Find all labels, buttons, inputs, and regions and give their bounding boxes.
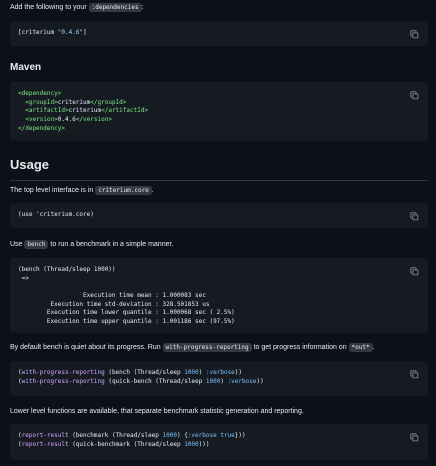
copy-button[interactable] xyxy=(410,267,419,276)
copy-button[interactable] xyxy=(410,433,419,442)
lein-code: [criterium "0.4.6"] xyxy=(18,29,398,38)
code-text: ))) xyxy=(198,440,210,448)
copy-button[interactable] xyxy=(410,212,419,221)
number: 1000 xyxy=(205,377,221,385)
xml-tag: <artifactId> xyxy=(25,107,69,115)
code-text: )) xyxy=(256,377,264,385)
bench-code: bench xyxy=(24,240,49,249)
xml-value: 0.4.6 xyxy=(57,116,76,124)
code-line: (bench (Thread/sleep 1000)) xyxy=(18,266,116,273)
code-text: })) xyxy=(234,432,246,439)
code-line: Execution time upper quantile : 1.001186… xyxy=(18,318,235,326)
namespace-code: criterium.core xyxy=(95,186,152,195)
dependencies-code: :dependencies xyxy=(88,3,142,12)
code-text: (bench (Thread/sleep xyxy=(104,369,185,376)
code-text: )) xyxy=(234,369,243,376)
code-text: ) xyxy=(220,377,228,385)
lein-open: [criterium xyxy=(18,29,58,36)
number: 1000 xyxy=(184,369,199,376)
xml-tag: <dependency> xyxy=(18,90,62,97)
maven-code-block: <dependency> <groupId>criterium</groupId… xyxy=(10,82,428,141)
intro-text-end: : xyxy=(141,4,144,11)
p3-text: By default bench is quiet about its prog… xyxy=(10,344,163,351)
copy-button[interactable] xyxy=(410,30,419,39)
p3-end: . xyxy=(372,344,375,351)
code-text: (quick-bench (Thread/sleep xyxy=(104,377,206,385)
use-code: (use 'criterium.core) xyxy=(18,211,94,218)
progress-code: (with-progress-reporting (bench (Thread/… xyxy=(18,369,264,385)
fn-name: report-result xyxy=(21,432,69,439)
lein-close: ] xyxy=(83,29,87,36)
xml-tag: <version> xyxy=(25,116,58,124)
code-text: (benchmark (Thread/sleep xyxy=(68,432,163,439)
fn-name: report-result xyxy=(21,440,69,448)
p1-text: The top level interface is in xyxy=(10,187,96,194)
p1-end: . xyxy=(151,187,154,194)
boolean: true xyxy=(220,432,235,439)
xml-tag: </groupId> xyxy=(90,98,127,106)
number: 1000 xyxy=(184,440,199,448)
intro-text: Add the following to your xyxy=(10,4,89,11)
code-text: ) xyxy=(198,369,206,376)
code-line: => xyxy=(18,274,29,282)
copy-icon xyxy=(410,212,419,221)
copy-icon xyxy=(410,91,419,100)
copy-button[interactable] xyxy=(410,370,419,379)
code-text: ) { xyxy=(176,432,188,439)
number: 1000 xyxy=(162,432,177,439)
code-line: Execution time lower quantile : 1.000068… xyxy=(18,309,235,317)
usage-paragraph-1: The top level interface is in criterium.… xyxy=(10,186,154,195)
lein-code-block: [criterium "0.4.6"] xyxy=(10,21,428,46)
copy-icon xyxy=(410,267,419,276)
copy-icon xyxy=(410,370,419,379)
keyword: :verbose xyxy=(187,432,217,439)
lein-version: "0.4.6" xyxy=(57,29,84,36)
xml-tag: </artifactId> xyxy=(101,107,149,115)
usage-heading: Usage xyxy=(10,156,428,181)
xml-value: criterium xyxy=(68,107,102,115)
fn-name: with-progress-reporting xyxy=(21,369,105,376)
usage-paragraph-3: By default bench is quiet about its prog… xyxy=(10,343,375,352)
report-code-block: (report-result (benchmark (Thread/sleep … xyxy=(10,424,428,460)
fn-name: with-progress-reporting xyxy=(21,377,105,385)
report-code: (report-result (benchmark (Thread/sleep … xyxy=(18,432,246,448)
usage-heading-wrap: Usage xyxy=(10,156,428,181)
out-code: *out* xyxy=(348,343,373,352)
code-line: Execution time std-deviation : 328.50185… xyxy=(18,300,210,308)
copy-button[interactable] xyxy=(410,91,419,100)
maven-code: <dependency> <groupId>criterium</groupId… xyxy=(18,90,398,133)
xml-tag: </version> xyxy=(75,116,112,124)
progress-code: with-progress-reporting xyxy=(162,343,252,352)
use-code-block: (use 'criterium.core) xyxy=(10,203,428,228)
keyword: :verbose xyxy=(205,369,235,376)
copy-icon xyxy=(410,433,419,442)
bench-code-output: (bench (Thread/sleep 1000)) => Execution… xyxy=(18,266,398,327)
copy-icon xyxy=(410,30,419,39)
bench-code-block: (bench (Thread/sleep 1000)) => Execution… xyxy=(10,258,428,333)
maven-heading: Maven xyxy=(10,62,42,73)
xml-value: criterium xyxy=(57,98,91,106)
usage-paragraph-4: Lower level functions are available, tha… xyxy=(10,408,304,415)
code-line: Execution time mean : 1.000083 sec xyxy=(18,292,206,300)
p3-middle: to get progress information on xyxy=(251,344,349,351)
code-text: (quick-benchmark (Thread/sleep xyxy=(68,440,185,448)
progress-code-block: (with-progress-reporting (bench (Thread/… xyxy=(10,361,428,396)
intro-paragraph: Add the following to your :dependencies: xyxy=(10,3,144,12)
p2-text: Use xyxy=(10,241,25,248)
xml-tag: </dependency> xyxy=(18,124,65,132)
p2-end: to run a benchmark in a simple manner. xyxy=(48,241,174,248)
usage-paragraph-2: Use bench to run a benchmark in a simple… xyxy=(10,240,173,249)
keyword: :verbose xyxy=(227,377,257,385)
xml-tag: <groupId> xyxy=(25,98,58,106)
